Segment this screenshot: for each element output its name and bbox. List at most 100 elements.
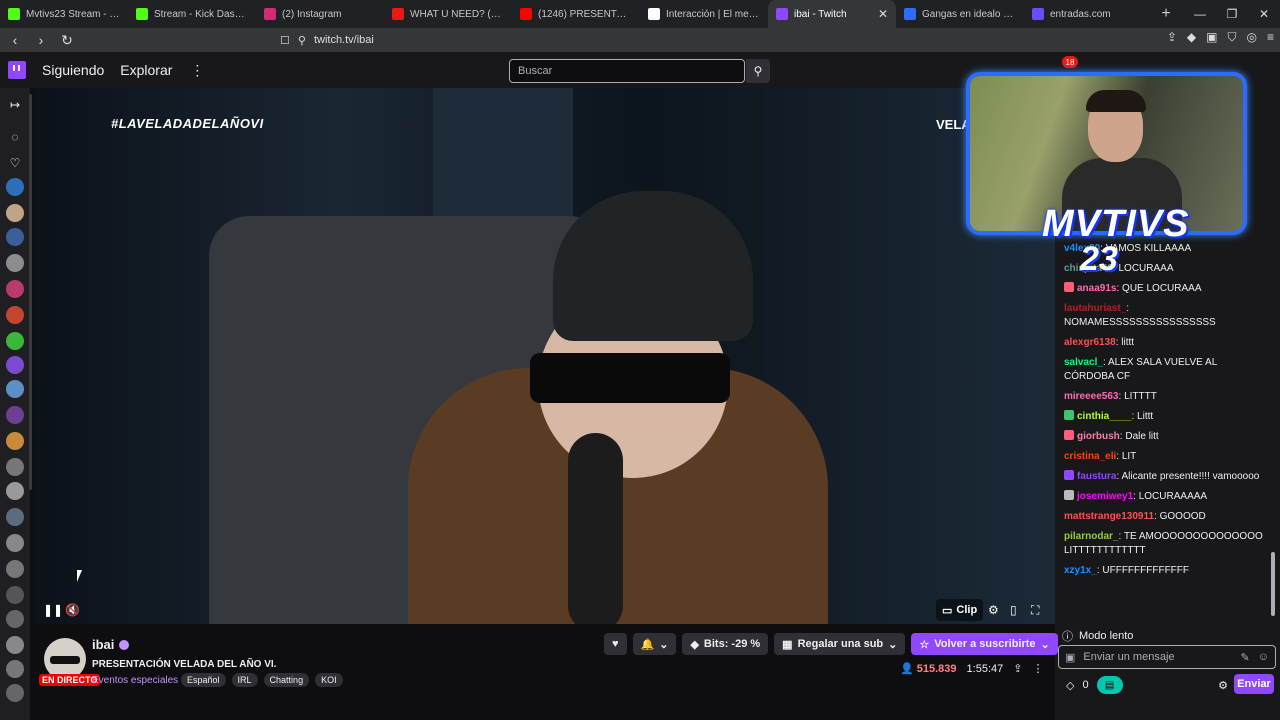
mute-icon[interactable]: 🔇 [65, 603, 80, 617]
browser-tab[interactable]: Mvtivs23 Stream - Watch [0, 0, 128, 28]
followed-channel-avatar[interactable] [6, 228, 24, 246]
gift-sub-button[interactable]: ▦ Regalar una sub ⌄ [774, 633, 906, 655]
vpn-icon[interactable]: ⛉ [1227, 30, 1236, 45]
followed-channel-avatar[interactable] [6, 482, 24, 500]
chat-input[interactable]: ▣ Enviar un mensaje ✎ ☺ [1058, 645, 1276, 669]
chat-badge-icon[interactable] [1064, 490, 1074, 500]
chat-username[interactable]: anaa91s [1077, 283, 1116, 294]
chat-badge-icon[interactable] [1064, 470, 1074, 480]
chat-username[interactable]: cristina_eli [1064, 451, 1116, 462]
nav-following[interactable]: Siguiendo [42, 62, 104, 78]
chat-username[interactable]: mireeee563 [1064, 391, 1119, 402]
menu-icon[interactable]: ≡ [1267, 30, 1274, 45]
browser-tab[interactable]: (2) Instagram [256, 0, 384, 28]
resubscribe-button[interactable]: ☆ Volver a suscribirte ⌄ [911, 633, 1058, 655]
browser-tab[interactable]: ibai - Twitch ✕ [768, 0, 896, 28]
bookmark-icon[interactable]: ☐ [280, 34, 290, 47]
followed-channel-avatar[interactable] [6, 610, 24, 628]
chat-badge-icon[interactable] [1064, 282, 1074, 292]
notifications-button[interactable]: 🔔 ⌄ [632, 633, 677, 655]
sidebar-icon[interactable]: ▣ [1206, 30, 1217, 45]
pause-icon[interactable]: ❚❚ [43, 603, 63, 617]
browser-tab[interactable]: (1246) PRESENTACIÓN VE [512, 0, 640, 28]
browser-tab[interactable]: entradas.com [1024, 0, 1152, 28]
browser-tab[interactable]: Gangas en idealo - Cholle [896, 0, 1024, 28]
minimize-icon[interactable]: — [1184, 0, 1216, 28]
share-icon[interactable]: ⇪ [1013, 662, 1022, 675]
send-chat-button[interactable]: Enviar [1234, 674, 1274, 694]
settings-gear-icon[interactable]: ⚙ [988, 603, 999, 617]
followed-channel-avatar[interactable] [6, 280, 24, 298]
gift-icon[interactable]: ▤ [1096, 676, 1123, 694]
more-options-icon[interactable]: ⋮ [190, 62, 204, 79]
stream-tag[interactable]: KOI [315, 673, 343, 687]
fullscreen-icon[interactable]: ⛶ [1031, 603, 1039, 618]
stream-tag[interactable]: Español [181, 673, 226, 687]
followed-channel-avatar[interactable] [6, 636, 24, 654]
chat-settings-icon[interactable]: ⚙ [1218, 679, 1228, 692]
chat-username[interactable]: lautahuriast_ [1064, 303, 1126, 314]
chat-username[interactable]: faustura [1077, 471, 1116, 482]
new-tab-button[interactable]: + [1152, 0, 1180, 28]
url-text[interactable]: twitch.tv/ibai [314, 34, 374, 46]
theatre-mode-icon[interactable]: ▯ [1010, 603, 1017, 617]
close-tab-icon[interactable]: ✕ [878, 7, 888, 21]
channel-name-text[interactable]: ibai [92, 637, 114, 652]
followed-channel-avatar[interactable] [6, 356, 24, 374]
followed-channel-avatar[interactable] [6, 406, 24, 424]
bits-button[interactable]: ◆ Bits: -29 % [682, 633, 769, 655]
video-player[interactable]: #LAVELADADELAÑOVI VELAD ❚❚ 🔇 ▭ Clip ⚙ ▯ ⛶ [33, 88, 1055, 624]
stream-category-link[interactable]: Eventos especiales [92, 675, 178, 686]
followed-channel-avatar[interactable] [6, 380, 24, 398]
twitch-logo-icon[interactable] [8, 61, 26, 79]
followed-channel-avatar[interactable] [6, 306, 24, 324]
channel-name[interactable]: ibai [92, 637, 130, 652]
followed-channel-avatar[interactable] [6, 660, 24, 678]
chat-username[interactable]: giorbush [1077, 431, 1120, 442]
expand-rail-icon[interactable]: ↦ [6, 96, 24, 114]
forward-icon[interactable]: › [30, 29, 52, 51]
followed-channel-avatar[interactable] [6, 508, 24, 526]
followed-channel-avatar[interactable] [6, 432, 24, 450]
search-input[interactable]: Buscar [509, 59, 745, 83]
close-window-icon[interactable]: ✕ [1248, 0, 1280, 28]
recommended-icon[interactable]: ◌ [6, 128, 24, 146]
followed-channel-avatar[interactable] [6, 178, 24, 196]
followed-channel-avatar[interactable] [6, 684, 24, 702]
chat-username[interactable]: cinthia____ [1077, 411, 1131, 422]
stream-tag[interactable]: Chatting [263, 673, 310, 687]
browser-tab[interactable]: WHAT U NEED? (SexP [384, 0, 512, 28]
mic-off-icon[interactable]: ✎ [1241, 651, 1250, 664]
rail-scrollbar[interactable] [29, 94, 32, 490]
site-info-icon[interactable]: ⚲ [298, 34, 306, 47]
clip-button[interactable]: ▭ Clip [936, 599, 984, 621]
channel-points-icon[interactable]: ◇ [1066, 679, 1074, 692]
url-field[interactable]: ☐ ⚲ twitch.tv/ibai [280, 31, 1000, 49]
followed-channel-avatar[interactable] [6, 458, 24, 476]
more-options-icon[interactable]: ⋮ [1032, 662, 1043, 675]
nav-explore[interactable]: Explorar [120, 62, 172, 78]
followed-channel-avatar[interactable] [6, 332, 24, 350]
chat-scrollbar[interactable] [1271, 552, 1275, 616]
followed-channel-avatar[interactable] [6, 204, 24, 222]
emote-icon[interactable]: ☺ [1258, 651, 1269, 663]
followed-channel-avatar[interactable] [6, 560, 24, 578]
chat-badge-icon[interactable] [1064, 410, 1074, 420]
chat-username[interactable]: josemiwey1 [1077, 491, 1133, 502]
chat-badge-icon[interactable] [1064, 430, 1074, 440]
followed-channel-avatar[interactable] [6, 534, 24, 552]
maximize-icon[interactable]: ❐ [1216, 0, 1248, 28]
browser-tab[interactable]: Stream - Kick Dashboard [128, 0, 256, 28]
brave-shield-icon[interactable]: ◆ [1187, 30, 1196, 45]
followed-channel-avatar[interactable] [6, 586, 24, 604]
followed-channel-avatar[interactable] [6, 254, 24, 272]
chat-username[interactable]: salvacl_ [1064, 357, 1103, 368]
chat-badge-icon[interactable]: ▣ [1065, 651, 1075, 664]
stream-tag[interactable]: IRL [231, 673, 258, 687]
back-icon[interactable]: ‹ [4, 29, 26, 51]
following-heart-icon[interactable]: ♡ [6, 154, 24, 172]
chat-username[interactable]: alexgr6138 [1064, 337, 1116, 348]
browser-tab[interactable]: Interacción | El mejor softw [640, 0, 768, 28]
chat-username[interactable]: mattstrange130911 [1064, 511, 1154, 522]
wallet-icon[interactable]: ◎ [1247, 30, 1257, 45]
